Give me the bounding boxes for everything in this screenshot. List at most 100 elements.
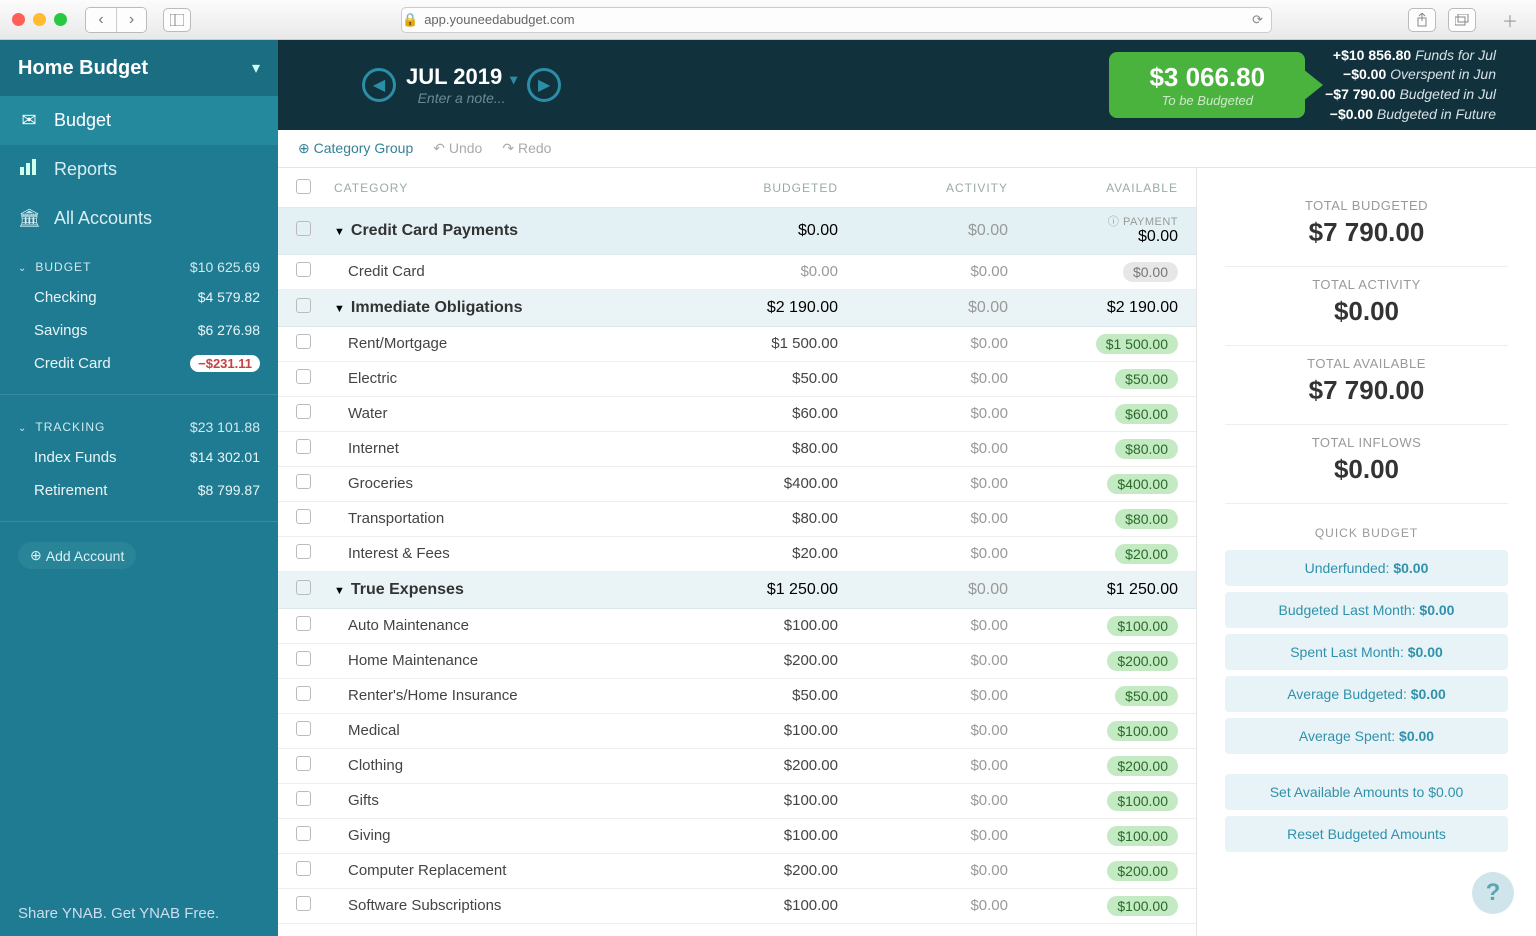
zoom-window-icon[interactable] (54, 13, 67, 26)
account-row[interactable]: Retirement$8 799.87 (18, 474, 260, 507)
prev-month-button[interactable]: ◀ (362, 68, 396, 102)
collapse-icon[interactable]: ▼ (334, 303, 345, 315)
budgeted-cell[interactable]: $50.00 (668, 687, 838, 704)
budgeted-cell[interactable]: $400.00 (668, 475, 838, 492)
quick-budget-item[interactable]: Spent Last Month: $0.00 (1225, 634, 1508, 670)
category-row[interactable]: Gifts $100.00 $0.00 $100.00 (278, 784, 1196, 819)
minimize-window-icon[interactable] (33, 13, 46, 26)
category-row[interactable]: Computer Replacement $200.00 $0.00 $200.… (278, 854, 1196, 889)
nav-budget[interactable]: ✉ Budget (0, 96, 278, 145)
quick-budget-item[interactable]: Underfunded: $0.00 (1225, 550, 1508, 586)
category-row[interactable]: Transportation $80.00 $0.00 $80.00 (278, 502, 1196, 537)
account-row[interactable]: Savings$6 276.98 (18, 314, 260, 347)
category-row[interactable]: Clothing $200.00 $0.00 $200.00 (278, 749, 1196, 784)
tabs-button[interactable] (1448, 8, 1476, 32)
row-checkbox[interactable] (296, 509, 311, 524)
category-row[interactable]: Renter's/Home Insurance $50.00 $0.00 $50… (278, 679, 1196, 714)
quick-budget-item[interactable]: Budgeted Last Month: $0.00 (1225, 592, 1508, 628)
category-row[interactable]: Auto Maintenance $100.00 $0.00 $100.00 (278, 609, 1196, 644)
category-group-row[interactable]: ▼Credit Card Payments $0.00 $0.00 ⓘ PAYM… (278, 208, 1196, 255)
collapse-icon[interactable]: ▼ (334, 226, 345, 238)
share-button[interactable] (1408, 8, 1436, 32)
quick-budget-action[interactable]: Reset Budgeted Amounts (1225, 816, 1508, 852)
account-row[interactable]: Index Funds$14 302.01 (18, 441, 260, 474)
budgeted-cell[interactable]: $20.00 (668, 545, 838, 562)
url-bar[interactable]: 🔒 app.youneedabudget.com ⟳ (401, 7, 1272, 33)
row-checkbox[interactable] (296, 404, 311, 419)
available-pill[interactable]: $100.00 (1107, 616, 1178, 636)
reload-icon[interactable]: ⟳ (1252, 12, 1263, 28)
row-checkbox[interactable] (296, 861, 311, 876)
month-note[interactable]: Enter a note... (406, 90, 517, 106)
budgeted-cell[interactable]: $1 500.00 (668, 335, 838, 352)
group-checkbox[interactable] (296, 298, 311, 313)
to-be-budgeted[interactable]: $3 066.80 To be Budgeted (1109, 52, 1305, 118)
category-row[interactable]: Groceries $400.00 $0.00 $400.00 (278, 467, 1196, 502)
available-pill[interactable]: $50.00 (1115, 369, 1178, 389)
col-header-available[interactable]: AVAILABLE (1008, 181, 1178, 195)
account-section-header[interactable]: ⌄TRACKING$23 101.88 (18, 419, 260, 441)
available-pill[interactable]: $100.00 (1107, 826, 1178, 846)
budgeted-cell[interactable]: $100.00 (668, 617, 838, 634)
available-pill[interactable]: $0.00 (1123, 262, 1178, 282)
undo-button[interactable]: ↶ Undo (433, 140, 482, 157)
select-all-checkbox[interactable] (296, 179, 311, 194)
close-window-icon[interactable] (12, 13, 25, 26)
row-checkbox[interactable] (296, 474, 311, 489)
row-checkbox[interactable] (296, 616, 311, 631)
category-row[interactable]: Rent/Mortgage $1 500.00 $0.00 $1 500.00 (278, 327, 1196, 362)
group-checkbox[interactable] (296, 221, 311, 236)
available-pill[interactable]: $20.00 (1115, 544, 1178, 564)
category-row[interactable]: Water $60.00 $0.00 $60.00 (278, 397, 1196, 432)
month-selector[interactable]: JUL 2019 ▾ Enter a note... (406, 64, 517, 106)
account-row[interactable]: Credit Card−$231.11 (18, 347, 260, 380)
add-account-button[interactable]: ⊕ Add Account (18, 542, 136, 569)
available-pill[interactable]: $100.00 (1107, 721, 1178, 741)
help-button[interactable]: ? (1472, 872, 1514, 914)
group-checkbox[interactable] (296, 580, 311, 595)
nav-reports[interactable]: Reports (0, 145, 278, 194)
col-header-category[interactable]: CATEGORY (326, 181, 668, 195)
new-tab-button[interactable]: ＋ (1496, 8, 1524, 32)
budgeted-cell[interactable]: $0.00 (668, 263, 838, 280)
budgeted-cell[interactable]: $60.00 (668, 405, 838, 422)
available-pill[interactable]: $1 500.00 (1096, 334, 1178, 354)
row-checkbox[interactable] (296, 262, 311, 277)
available-pill[interactable]: $60.00 (1115, 404, 1178, 424)
available-pill[interactable]: $50.00 (1115, 686, 1178, 706)
budgeted-cell[interactable]: $200.00 (668, 862, 838, 879)
available-pill[interactable]: $200.00 (1107, 756, 1178, 776)
quick-budget-item[interactable]: Average Spent: $0.00 (1225, 718, 1508, 754)
collapse-icon[interactable]: ▼ (334, 585, 345, 597)
budgeted-cell[interactable]: $100.00 (668, 722, 838, 739)
row-checkbox[interactable] (296, 721, 311, 736)
col-header-budgeted[interactable]: BUDGETED (668, 181, 838, 195)
budgeted-cell[interactable]: $50.00 (668, 370, 838, 387)
row-checkbox[interactable] (296, 756, 311, 771)
add-category-group-button[interactable]: ⊕ Category Group (298, 140, 413, 157)
category-group-row[interactable]: ▼Immediate Obligations $2 190.00 $0.00 $… (278, 290, 1196, 327)
budget-selector[interactable]: Home Budget ▾ (0, 40, 278, 96)
category-row[interactable]: Software Subscriptions $100.00 $0.00 $10… (278, 889, 1196, 924)
redo-button[interactable]: ↷ Redo (502, 140, 551, 157)
sidebar-toggle-button[interactable] (163, 8, 191, 32)
row-checkbox[interactable] (296, 369, 311, 384)
row-checkbox[interactable] (296, 826, 311, 841)
budgeted-cell[interactable]: $100.00 (668, 792, 838, 809)
category-group-row[interactable]: ▼True Expenses $1 250.00 $0.00 $1 250.00 (278, 572, 1196, 609)
budgeted-cell[interactable]: $200.00 (668, 652, 838, 669)
category-row[interactable]: Giving $100.00 $0.00 $100.00 (278, 819, 1196, 854)
next-month-button[interactable]: ▶ (527, 68, 561, 102)
category-row[interactable]: Electric $50.00 $0.00 $50.00 (278, 362, 1196, 397)
category-row[interactable]: Credit Card $0.00 $0.00 $0.00 (278, 255, 1196, 290)
row-checkbox[interactable] (296, 651, 311, 666)
budgeted-cell[interactable]: $80.00 (668, 510, 838, 527)
quick-budget-action[interactable]: Set Available Amounts to $0.00 (1225, 774, 1508, 810)
available-pill[interactable]: $80.00 (1115, 509, 1178, 529)
col-header-activity[interactable]: ACTIVITY (838, 181, 1008, 195)
row-checkbox[interactable] (296, 544, 311, 559)
available-pill[interactable]: $400.00 (1107, 474, 1178, 494)
category-row[interactable]: Home Maintenance $200.00 $0.00 $200.00 (278, 644, 1196, 679)
budgeted-cell[interactable]: $100.00 (668, 897, 838, 914)
row-checkbox[interactable] (296, 334, 311, 349)
